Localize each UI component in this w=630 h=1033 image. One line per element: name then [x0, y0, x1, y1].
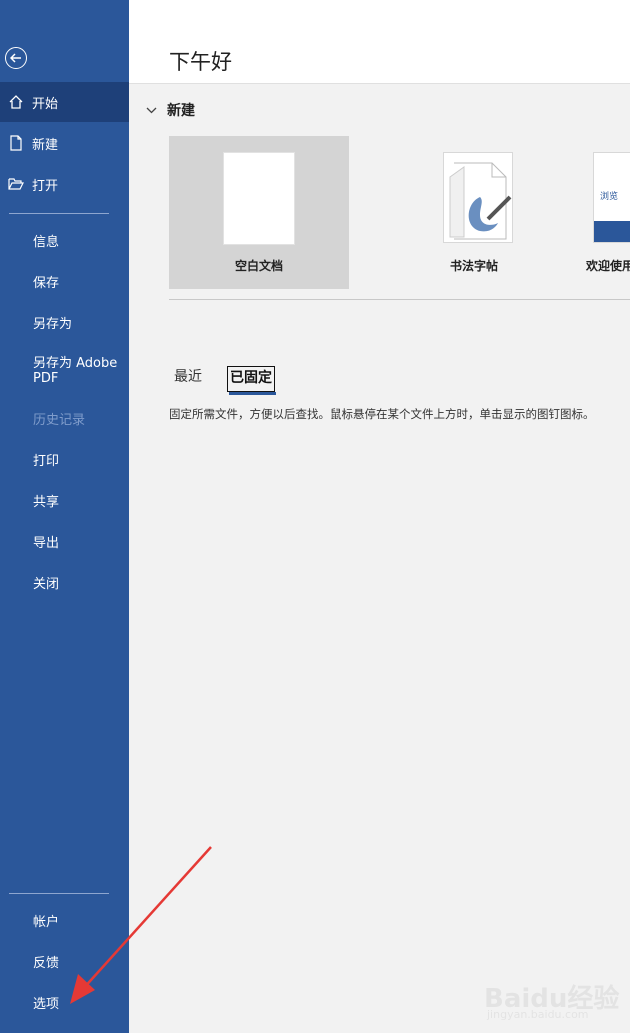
- template-label: 欢迎使用: [586, 259, 630, 273]
- nav-share[interactable]: 共享: [0, 480, 129, 520]
- backstage-sidebar: 开始 新建 打开 信息 保存 另存为 另存为 Adobe PDF 历史记录 打印…: [0, 0, 129, 1033]
- nav-account[interactable]: 帐户: [0, 900, 129, 940]
- nav-options-label: 选项: [33, 996, 60, 1012]
- pinned-empty-hint: 固定所需文件，方便以后查找。鼠标悬停在某个文件上方时，单击显示的图钉图标。: [169, 407, 595, 421]
- nav-save[interactable]: 保存: [0, 261, 129, 301]
- tab-pinned[interactable]: 已固定: [227, 366, 275, 392]
- template-blank-document[interactable]: 空白文档: [169, 136, 349, 289]
- template-label: 书法字帖: [449, 259, 498, 273]
- template-welcome[interactable]: 浏览 欢迎使用: [549, 136, 630, 289]
- nav-save-as-pdf[interactable]: 另存为 Adobe PDF: [0, 350, 120, 394]
- section-divider: [169, 299, 630, 300]
- nav-open[interactable]: 打开: [0, 164, 129, 204]
- nav-share-label: 共享: [33, 494, 60, 510]
- template-calligraphy[interactable]: 书法字帖: [384, 136, 564, 289]
- active-tab-indicator: [229, 392, 276, 395]
- nav-close-label: 关闭: [33, 576, 60, 592]
- greeting-title: 下午好: [169, 50, 232, 74]
- nav-print-label: 打印: [33, 453, 60, 469]
- welcome-thumbnail-bar: [594, 221, 630, 242]
- home-icon: [0, 94, 32, 110]
- nav-print[interactable]: 打印: [0, 439, 129, 479]
- blank-document-thumbnail: [223, 152, 295, 245]
- welcome-thumbnail: 浏览: [593, 152, 630, 243]
- nav-save-as[interactable]: 另存为: [0, 302, 129, 342]
- baidu-watermark: Baidu经验 jingyan.baidu.com: [478, 962, 630, 1033]
- watermark-url: jingyan.baidu.com: [487, 1008, 589, 1021]
- new-section-title: 新建: [167, 103, 195, 119]
- nav-new-label: 新建: [32, 137, 59, 153]
- open-folder-icon: [0, 177, 32, 191]
- nav-info-label: 信息: [33, 234, 60, 250]
- nav-close[interactable]: 关闭: [0, 562, 129, 602]
- chevron-down-icon: [146, 107, 157, 114]
- nav-save-label: 保存: [33, 275, 60, 291]
- nav-open-label: 打开: [32, 178, 59, 194]
- nav-history: 历史记录: [0, 398, 129, 438]
- welcome-thumbnail-text: 浏览: [600, 192, 619, 202]
- nav-export[interactable]: 导出: [0, 521, 129, 561]
- nav-home-label: 开始: [32, 96, 59, 112]
- nav-new[interactable]: 新建: [0, 123, 129, 163]
- nav-export-label: 导出: [33, 535, 60, 551]
- nav-info[interactable]: 信息: [0, 220, 129, 260]
- nav-options[interactable]: 选项: [0, 982, 129, 1022]
- nav-save-as-label: 另存为: [33, 316, 73, 332]
- nav-save-as-pdf-label: 另存为 Adobe PDF: [33, 356, 118, 386]
- nav-history-label: 历史记录: [33, 412, 86, 428]
- sidebar-separator-bottom: [9, 893, 109, 894]
- new-document-icon: [0, 135, 32, 151]
- calligraphy-brush-icon: [449, 162, 512, 240]
- nav-feedback-label: 反馈: [33, 955, 60, 971]
- tab-recent[interactable]: 最近: [174, 366, 202, 390]
- sidebar-separator: [9, 213, 109, 214]
- nav-home[interactable]: 开始: [0, 82, 129, 122]
- back-arrow-icon[interactable]: [5, 47, 27, 69]
- template-label: 空白文档: [234, 259, 283, 273]
- new-section-toggle[interactable]: 新建: [146, 100, 195, 120]
- nav-feedback[interactable]: 反馈: [0, 941, 129, 981]
- calligraphy-thumbnail: [443, 152, 513, 243]
- nav-account-label: 帐户: [33, 914, 60, 930]
